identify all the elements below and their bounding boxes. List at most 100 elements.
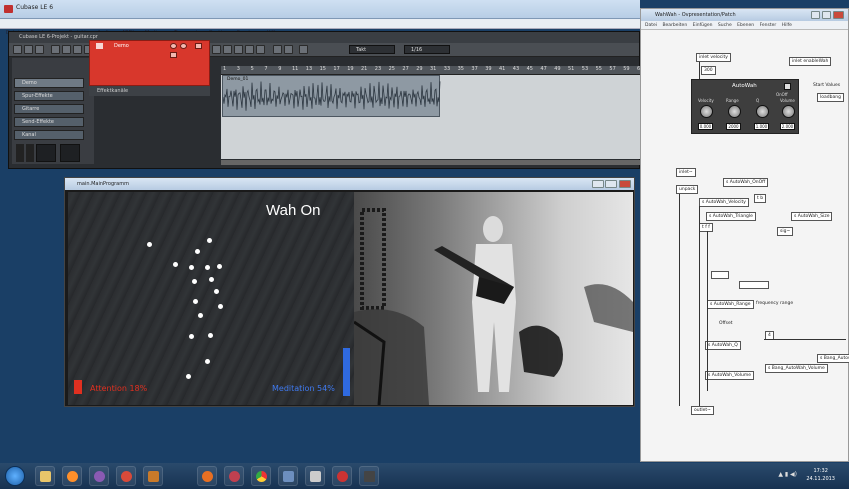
onoff-toggle[interactable] bbox=[784, 83, 791, 90]
depth-camera-view bbox=[353, 192, 633, 406]
slider[interactable] bbox=[739, 281, 769, 289]
send-onoff[interactable]: s AutoWah_OnOff bbox=[723, 178, 769, 187]
volume-value[interactable]: 2.000 bbox=[780, 123, 795, 130]
tool-button[interactable] bbox=[273, 45, 282, 54]
track-item-channel[interactable]: Kanal bbox=[14, 130, 84, 140]
chrome-task[interactable] bbox=[251, 466, 271, 486]
clock[interactable]: 17:32 24.11.2013 bbox=[806, 467, 835, 483]
snap-select[interactable]: Takt bbox=[349, 45, 395, 54]
signal-object[interactable]: sig~ bbox=[777, 227, 794, 236]
forward-button[interactable] bbox=[62, 45, 71, 54]
inlet-enable[interactable]: inlet enableWah bbox=[789, 57, 832, 66]
tool-button[interactable] bbox=[212, 45, 221, 54]
explorer-task[interactable] bbox=[35, 466, 55, 486]
app-task[interactable] bbox=[278, 466, 298, 486]
snap-button[interactable] bbox=[299, 45, 308, 54]
send-triangle[interactable]: s AutoWah_Triangle bbox=[706, 212, 756, 221]
send-velocity[interactable]: s AutoWah_Velocity bbox=[699, 198, 749, 207]
meditation-bar bbox=[343, 348, 350, 396]
minimize-button[interactable] bbox=[811, 11, 820, 19]
q-knob[interactable] bbox=[756, 105, 769, 118]
app-task[interactable] bbox=[224, 466, 244, 486]
app-task[interactable] bbox=[305, 466, 325, 486]
ruler-label: 11 bbox=[292, 66, 299, 72]
fader[interactable] bbox=[16, 144, 24, 162]
track-item-demo[interactable]: Demo bbox=[14, 78, 84, 88]
send-bang-volume[interactable]: s Bang_AutoWah_Volume bbox=[765, 364, 828, 373]
mute-button[interactable] bbox=[170, 43, 177, 49]
velocity-value[interactable]: 0.000 bbox=[698, 123, 713, 130]
send-bang[interactable]: s Bang_Autow bbox=[817, 354, 849, 363]
toolbar-button[interactable] bbox=[24, 45, 33, 54]
track-item-effects[interactable]: Spur-Effekte bbox=[14, 91, 84, 101]
max-task[interactable] bbox=[359, 466, 379, 486]
menu-einfuegen[interactable]: Einfügen bbox=[693, 23, 713, 28]
firefox-icon bbox=[202, 471, 213, 482]
horizontal-scrollbar[interactable] bbox=[221, 160, 641, 165]
menu-ebenen[interactable]: Ebenen bbox=[737, 23, 754, 28]
cubase-task[interactable] bbox=[332, 466, 352, 486]
loadbang-object[interactable]: loadbang bbox=[817, 93, 844, 102]
cycle-button[interactable] bbox=[73, 45, 82, 54]
tool-button[interactable] bbox=[234, 45, 243, 54]
q-value[interactable]: 1.000 bbox=[754, 123, 769, 130]
minimize-button[interactable] bbox=[592, 180, 604, 188]
solo-button[interactable] bbox=[180, 43, 187, 49]
start-button[interactable] bbox=[5, 466, 25, 486]
signal-dot bbox=[218, 304, 223, 309]
signal-dot bbox=[189, 265, 194, 270]
menu-datei[interactable]: Datei bbox=[645, 23, 657, 28]
tool-button[interactable] bbox=[245, 45, 254, 54]
audio-event[interactable]: Demo_01 bbox=[222, 75, 441, 117]
maximize-button[interactable] bbox=[605, 180, 617, 188]
knob-label: Range bbox=[726, 98, 739, 103]
toolbar-button[interactable] bbox=[13, 45, 22, 54]
trigger-bang[interactable]: t b bbox=[754, 194, 767, 203]
tool-button[interactable] bbox=[223, 45, 232, 54]
send-q[interactable]: s AutoWah_Q bbox=[705, 341, 741, 350]
firefox-task[interactable] bbox=[197, 466, 217, 486]
velocity-knob[interactable] bbox=[700, 105, 713, 118]
number-box[interactable] bbox=[711, 271, 729, 279]
app-task[interactable] bbox=[143, 466, 163, 486]
timeline-ruler[interactable]: 1 3 5 7 9 11 13 15 17 19 21 23 25 27 29 31 33 35 37 39 41 43 4… bbox=[221, 66, 643, 75]
maximize-button[interactable] bbox=[822, 11, 831, 19]
quantize-select[interactable]: 1/16 bbox=[404, 45, 450, 54]
menu-suche[interactable]: Suche bbox=[718, 23, 732, 28]
unpack-object[interactable]: unpack bbox=[676, 185, 699, 194]
menu-hilfe[interactable]: Hilfe bbox=[782, 23, 792, 28]
tool-button[interactable] bbox=[284, 45, 293, 54]
send-volume[interactable]: s AutoWah_Volume bbox=[705, 371, 754, 380]
track-item-send[interactable]: Send-Effekte bbox=[14, 117, 84, 127]
frequency-range-label: frequency range bbox=[756, 301, 794, 306]
close-button[interactable] bbox=[619, 180, 631, 188]
range-knob[interactable] bbox=[728, 105, 741, 118]
track-item-guitar[interactable]: Gitarre bbox=[14, 104, 84, 114]
signal-dot bbox=[186, 374, 191, 379]
toolbar-button[interactable] bbox=[35, 45, 44, 54]
rewind-button[interactable] bbox=[51, 45, 60, 54]
range-value[interactable]: 2000 bbox=[726, 123, 741, 130]
media-player-task[interactable] bbox=[62, 466, 82, 486]
inlet-signal[interactable]: inlet~ bbox=[676, 168, 696, 177]
trigger-object[interactable]: t f f bbox=[699, 223, 713, 232]
patcher-menu-bar: Datei Bearbeiten Einfügen Suche Ebenen F… bbox=[641, 21, 848, 30]
fader[interactable] bbox=[26, 144, 34, 162]
effect-channels-folder[interactable]: Effektkanäle bbox=[89, 86, 210, 96]
inlet-velocity[interactable]: inlet velocity bbox=[696, 53, 731, 62]
selected-track-header[interactable]: Demo bbox=[89, 40, 210, 86]
tool-button[interactable] bbox=[256, 45, 265, 54]
app-task[interactable] bbox=[116, 466, 136, 486]
outlet-object[interactable]: outlet~ bbox=[691, 406, 714, 415]
send-size[interactable]: s AutoWah_Size bbox=[791, 212, 833, 221]
record-enable-button[interactable] bbox=[170, 52, 177, 58]
monitor-button[interactable] bbox=[195, 43, 202, 49]
number-box-300[interactable]: 300 bbox=[701, 66, 716, 75]
close-button[interactable] bbox=[833, 11, 844, 19]
menu-bearbeiten[interactable]: Bearbeiten bbox=[662, 23, 687, 28]
send-range[interactable]: s AutoWah_Range bbox=[707, 300, 754, 309]
volume-knob[interactable] bbox=[782, 105, 795, 118]
menu-fenster[interactable]: Fenster bbox=[760, 23, 777, 28]
app-task[interactable] bbox=[89, 466, 109, 486]
ruler-label: 53 bbox=[581, 66, 589, 72]
